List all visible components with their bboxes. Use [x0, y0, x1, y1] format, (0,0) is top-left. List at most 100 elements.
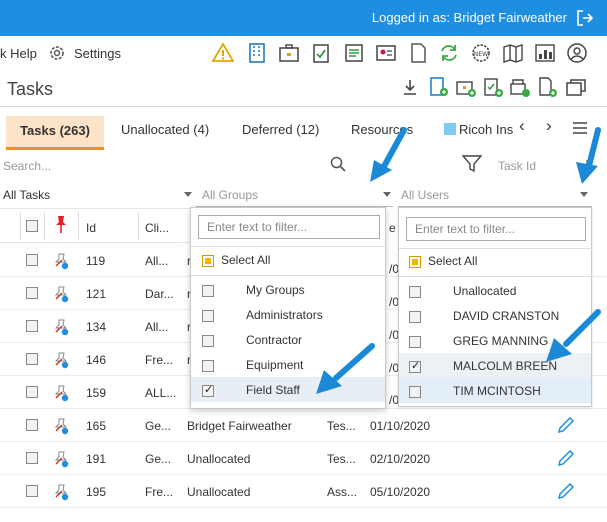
user-checkbox[interactable]: [409, 311, 421, 323]
clipboard-check-icon[interactable]: [310, 42, 332, 64]
row-checkbox[interactable]: [26, 485, 38, 497]
contact-card-icon[interactable]: [375, 42, 397, 64]
users-filter[interactable]: All Users: [401, 188, 449, 202]
task-client: Dar...: [145, 287, 174, 301]
badge-icon[interactable]: NEW: [470, 42, 492, 64]
group-checkbox[interactable]: [202, 383, 214, 397]
user-checkbox[interactable]: [409, 386, 421, 398]
tab-tasks[interactable]: Tasks (263): [6, 116, 104, 150]
tab-ricoh[interactable]: Ricoh Ins: [444, 122, 513, 137]
groups-filter-input[interactable]: [198, 215, 380, 239]
date-column-header[interactable]: e: [389, 221, 396, 235]
refresh-icon[interactable]: [438, 42, 460, 64]
table-row[interactable]: 191 Ge... Unallocated Tes... 02/10/2020: [0, 442, 607, 475]
pencil-icon[interactable]: [556, 448, 576, 468]
groups-select-all-checkbox[interactable]: [202, 255, 214, 267]
chevron-left-icon[interactable]: ‹: [519, 116, 525, 136]
pin-icon[interactable]: [52, 482, 70, 502]
group-item-label[interactable]: My Groups: [246, 283, 305, 297]
map-icon[interactable]: [502, 42, 524, 64]
equipment-icon[interactable]: [509, 76, 531, 98]
table-row[interactable]: 195 Fre... Unallocated Ass... 05/10/2020: [0, 475, 607, 508]
pin-icon[interactable]: [52, 350, 70, 370]
group-item-label[interactable]: Equipment: [246, 358, 303, 372]
users-filter-input[interactable]: [406, 217, 586, 241]
search-icon[interactable]: [330, 156, 346, 172]
chevron-right-icon[interactable]: ›: [546, 116, 552, 136]
user-checkbox[interactable]: [409, 336, 421, 348]
row-checkbox[interactable]: [26, 353, 38, 365]
task-date: 01/10/2020: [370, 419, 431, 433]
row-checkbox[interactable]: [26, 386, 38, 398]
pin-icon[interactable]: [52, 214, 70, 234]
row-checkbox[interactable]: [26, 419, 38, 431]
groups-select-all-label[interactable]: Select All: [221, 253, 270, 267]
client-column-header[interactable]: Cli...: [145, 221, 169, 235]
user-item-label[interactable]: TIM MCINTOSH: [453, 384, 541, 398]
task-id-input[interactable]: Task Id: [498, 159, 536, 173]
user-icon[interactable]: [566, 42, 588, 64]
group-checkbox[interactable]: [202, 360, 214, 372]
tab-deferred[interactable]: Deferred (12): [242, 122, 319, 137]
group-item-label[interactable]: Field Staff: [246, 383, 300, 397]
pin-icon[interactable]: [52, 449, 70, 469]
user-checkbox[interactable]: [409, 359, 421, 373]
file-icon[interactable]: [407, 42, 429, 64]
pin-icon[interactable]: [52, 416, 70, 436]
chevron-down-icon[interactable]: [383, 192, 391, 197]
user-item-label[interactable]: Unallocated: [453, 284, 516, 298]
table-row[interactable]: 165 Ge... Bridget Fairweather Tes... 01/10/2…: [0, 409, 607, 442]
tasks-filter[interactable]: All Tasks: [3, 188, 50, 202]
document-add-icon[interactable]: [536, 76, 558, 98]
pin-icon[interactable]: [52, 317, 70, 337]
row-checkbox[interactable]: [26, 287, 38, 299]
logout-icon[interactable]: [575, 8, 595, 28]
dropdown-divider: [399, 276, 593, 277]
pencil-icon[interactable]: [556, 481, 576, 501]
warning-icon[interactable]: [212, 42, 234, 64]
chart-icon[interactable]: [534, 42, 556, 64]
group-item-label[interactable]: Contractor: [246, 333, 302, 347]
groups-filter[interactable]: All Groups: [202, 188, 258, 202]
group-item-label[interactable]: Administrators: [246, 308, 323, 322]
task-assignee: Unallocated: [187, 452, 251, 466]
download-icon[interactable]: [402, 78, 418, 96]
settings-menu[interactable]: Settings: [74, 46, 121, 61]
help-menu[interactable]: k Help: [0, 46, 37, 61]
pin-icon[interactable]: [52, 383, 70, 403]
logged-in-text: Logged in as: Bridget Fairweather: [371, 10, 567, 25]
id-column-header[interactable]: Id: [86, 221, 96, 235]
group-checkbox[interactable]: [202, 285, 214, 297]
filter-icon[interactable]: [462, 155, 482, 173]
callout-arrow: [316, 343, 375, 394]
task-type: Tes...: [327, 419, 356, 433]
select-all-rows-checkbox[interactable]: [26, 220, 38, 232]
chevron-down-icon[interactable]: [580, 192, 588, 197]
search-input[interactable]: Search...: [3, 159, 51, 173]
gear-icon[interactable]: [48, 44, 66, 62]
briefcase-icon[interactable]: [278, 42, 300, 64]
building-icon[interactable]: [246, 42, 268, 64]
tab-unallocated[interactable]: Unallocated (4): [121, 122, 209, 137]
group-checkbox[interactable]: [202, 310, 214, 322]
user-item-label[interactable]: GREG MANNING: [453, 334, 548, 348]
task-type: Tes...: [327, 452, 356, 466]
chevron-down-icon[interactable]: [184, 192, 192, 197]
users-select-all-checkbox[interactable]: [409, 256, 421, 268]
windows-icon[interactable]: [565, 77, 587, 99]
row-checkbox[interactable]: [26, 320, 38, 332]
callout-arrow: [370, 127, 407, 182]
document-icon[interactable]: [343, 42, 365, 64]
clipboard-add-icon[interactable]: [482, 76, 504, 98]
pin-icon[interactable]: [52, 284, 70, 304]
briefcase-add-icon[interactable]: [455, 76, 477, 98]
building-add-icon[interactable]: [428, 76, 450, 98]
user-checkbox[interactable]: [409, 286, 421, 298]
pencil-icon[interactable]: [556, 415, 576, 435]
row-checkbox[interactable]: [26, 254, 38, 266]
task-date: 02/10/2020: [370, 452, 431, 466]
users-select-all-label[interactable]: Select All: [428, 254, 477, 268]
row-checkbox[interactable]: [26, 452, 38, 464]
pin-icon[interactable]: [52, 251, 70, 271]
group-checkbox[interactable]: [202, 335, 214, 347]
